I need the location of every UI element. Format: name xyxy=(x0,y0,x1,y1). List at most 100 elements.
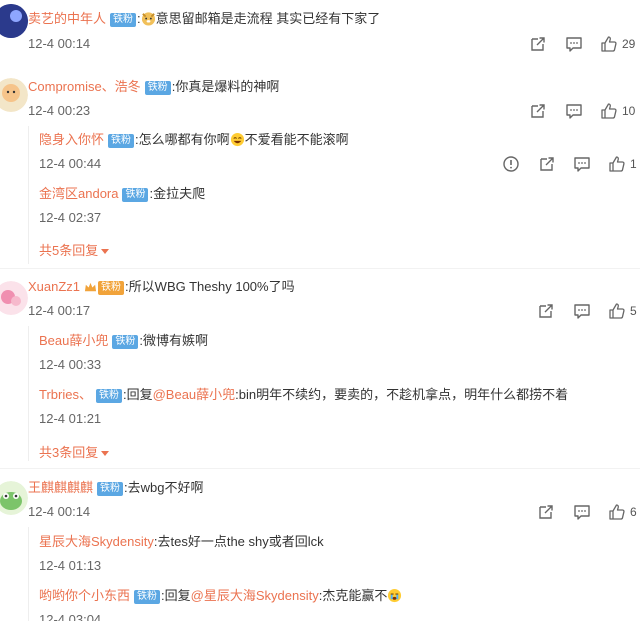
share-icon xyxy=(538,155,556,173)
thumbs-up-icon xyxy=(608,302,626,320)
crying-emoji-icon xyxy=(387,588,402,603)
comment-button[interactable] xyxy=(565,102,583,120)
timestamp: 12-4 00:44 xyxy=(39,156,102,171)
caret-down-icon xyxy=(101,249,110,254)
username[interactable]: 卖艺的中年人 xyxy=(28,11,106,26)
timestamp: 12-4 01:13 xyxy=(39,558,102,573)
like-count: 10 xyxy=(622,104,636,118)
username[interactable]: Compromise、浩冬 xyxy=(28,79,141,94)
reply-text: :杰克能赢不 xyxy=(318,588,388,603)
divider xyxy=(0,468,640,469)
reply-item: 星辰大海Skydensity:去tes好一点the shy或者回lck xyxy=(39,533,324,551)
share-button[interactable] xyxy=(529,102,547,120)
timestamp: 12-4 00:33 xyxy=(39,357,102,372)
comment-text: 所以WBG Theshy 100%了吗 xyxy=(128,279,295,294)
comment-icon xyxy=(565,35,583,53)
like-button[interactable]: 6 xyxy=(608,503,637,521)
username[interactable]: 隐身入你怀 xyxy=(39,132,104,147)
username[interactable]: 星辰大海Skydensity xyxy=(39,534,154,549)
fan-badge[interactable]: 铁粉 xyxy=(122,188,149,202)
reply-item: 哟哟你个小东西 铁粉:回复@星辰大海Skydensity:杰克能赢不 xyxy=(39,587,402,605)
like-button[interactable]: 5 xyxy=(608,302,637,320)
like-button[interactable]: 1 xyxy=(608,155,637,173)
username[interactable]: 王麒麒麒麒 xyxy=(28,480,93,495)
like-button[interactable]: 10 xyxy=(600,102,635,120)
fan-badge[interactable]: 铁粉 xyxy=(108,134,135,148)
timestamp: 12-4 03:04 xyxy=(39,612,102,621)
caret-down-icon xyxy=(101,451,110,456)
reply-item: Beau薛小兜 铁粉:微博有嫉啊 xyxy=(39,332,208,350)
share-icon xyxy=(529,35,547,53)
comment-text: 你真是爆料的神啊 xyxy=(175,79,280,94)
timestamp: 12-4 01:21 xyxy=(39,411,102,426)
comment-text: 意思留邮箱是走流程 其实已经有下家了 xyxy=(155,11,381,26)
comment-text: 去wbg不好啊 xyxy=(127,480,204,495)
comment-button[interactable] xyxy=(565,35,583,53)
like-count: 1 xyxy=(630,157,637,171)
username[interactable]: Trbries、 xyxy=(39,387,92,402)
avatar[interactable] xyxy=(0,4,28,38)
comment-icon xyxy=(573,503,591,521)
comment-icon xyxy=(573,302,591,320)
avatar[interactable] xyxy=(0,481,28,515)
laughing-emoji-icon xyxy=(230,132,245,147)
comment-button[interactable] xyxy=(573,503,591,521)
fan-badge[interactable]: 铁粉 xyxy=(144,81,171,95)
username[interactable]: 哟哟你个小东西 xyxy=(39,588,130,603)
fan-badge[interactable]: 铁粉 xyxy=(98,281,125,295)
more-replies-link[interactable]: 共3条回复 xyxy=(39,442,110,461)
share-button[interactable] xyxy=(537,302,555,320)
timestamp: 12-4 00:14 xyxy=(28,504,91,519)
timestamp: 12-4 00:17 xyxy=(28,303,91,318)
username[interactable]: 金湾区andora xyxy=(39,186,118,201)
more-replies-link[interactable]: 共5条回复 xyxy=(39,240,110,259)
thumbs-up-icon xyxy=(608,155,626,173)
reply-text: 怎么哪都有你啊 xyxy=(138,132,230,147)
like-button[interactable]: 29 xyxy=(600,35,635,53)
username[interactable]: Beau薛小兜 xyxy=(39,333,108,348)
share-icon xyxy=(537,302,555,320)
timestamp: 12-4 02:37 xyxy=(39,210,102,225)
share-icon xyxy=(537,503,555,521)
thumbs-up-icon xyxy=(608,503,626,521)
avatar[interactable] xyxy=(0,78,28,112)
reply-item: 隐身入你怀 铁粉:怎么哪都有你啊 不爱看能不能滚啊 xyxy=(39,131,349,149)
share-icon xyxy=(529,102,547,120)
reply-item: Trbries、 铁粉:回复@Beau薛小兜:bin明年不续约，要卖的，不趁机拿点… xyxy=(39,386,568,404)
reply-item: 金湾区andora 铁粉:金拉夫爬 xyxy=(39,185,205,203)
comment-button[interactable] xyxy=(573,155,591,173)
reply-text: 去tes好一点the shy或者回lck xyxy=(157,534,324,549)
fan-badge[interactable]: 铁粉 xyxy=(110,13,137,27)
timestamp: 12-4 00:23 xyxy=(28,103,91,118)
mention-link[interactable]: @星辰大海Skydensity xyxy=(191,588,319,603)
comment-icon xyxy=(573,155,591,173)
comment-feed: { "comments": [ { "user": "卖艺的中年人", "bad… xyxy=(0,0,640,621)
more-replies-label: 共3条回复 xyxy=(39,445,99,460)
reply-text-continued: 不爱看能不能滚啊 xyxy=(244,132,349,147)
reply-prefix: 回复 xyxy=(164,588,191,603)
fan-badge[interactable]: 铁粉 xyxy=(97,482,124,496)
like-count: 6 xyxy=(630,505,637,519)
reply-text: 微博有嫉啊 xyxy=(143,333,209,348)
fan-badge[interactable]: 铁粉 xyxy=(112,335,139,349)
avatar[interactable] xyxy=(0,281,28,315)
fan-badge[interactable]: 铁粉 xyxy=(134,590,161,604)
share-button[interactable] xyxy=(538,155,556,173)
more-replies-label: 共5条回复 xyxy=(39,243,99,258)
like-count: 5 xyxy=(630,304,637,318)
like-count: 29 xyxy=(622,37,636,51)
mention-link[interactable]: @Beau薛小兜 xyxy=(153,387,236,402)
doge-emoji-icon xyxy=(141,11,156,26)
username[interactable]: XuanZz1 xyxy=(28,279,80,294)
comment-button[interactable] xyxy=(573,302,591,320)
report-button[interactable] xyxy=(502,155,520,173)
timestamp: 12-4 00:14 xyxy=(28,36,91,51)
share-button[interactable] xyxy=(537,503,555,521)
share-button[interactable] xyxy=(529,35,547,53)
report-icon xyxy=(502,155,520,173)
fan-badge[interactable]: 铁粉 xyxy=(95,389,122,403)
thumbs-up-icon xyxy=(600,102,618,120)
thumbs-up-icon xyxy=(600,35,618,53)
reply-text: :bin明年不续约，要卖的，不趁机拿点，明年什么都捞不着 xyxy=(235,387,569,402)
crown-icon xyxy=(84,282,97,292)
